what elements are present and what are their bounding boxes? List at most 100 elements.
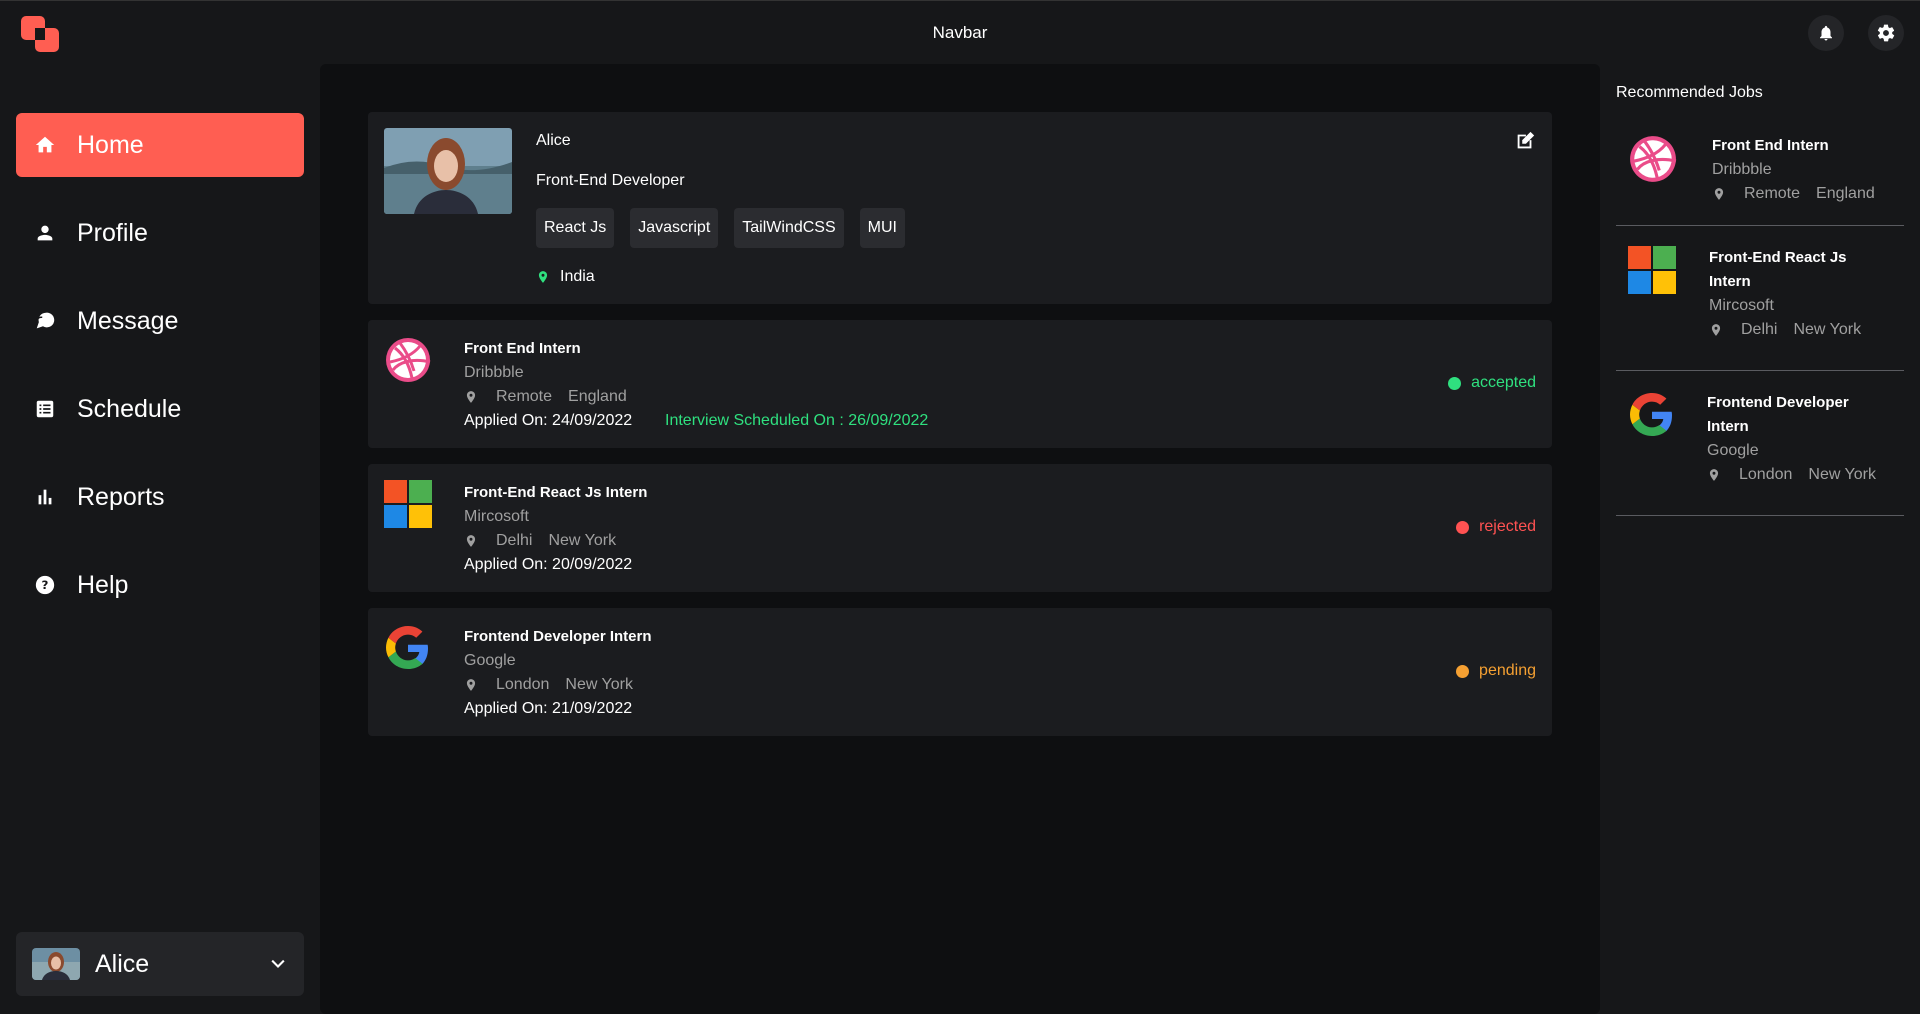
google-logo xyxy=(1630,393,1672,436)
job-location: London New York xyxy=(1707,466,1876,484)
skill-tag: TailWindCSS xyxy=(734,208,844,248)
edit-icon[interactable] xyxy=(1514,130,1536,152)
status-badge: pending xyxy=(1456,662,1536,680)
sidebar-item-reports[interactable]: Reports xyxy=(16,465,304,529)
profile-location: India xyxy=(536,268,595,286)
main-content: Alice Front-End Developer React Js Javas… xyxy=(320,64,1600,1014)
applied-date: Applied On: 20/09/2022 xyxy=(464,556,633,573)
top-navbar: Navbar xyxy=(0,0,1920,64)
microsoft-logo xyxy=(384,480,432,528)
location-city: London xyxy=(496,676,550,693)
person-icon xyxy=(33,221,57,245)
location-pin-icon xyxy=(466,679,476,691)
chevron-down-icon[interactable] xyxy=(268,954,288,974)
status-badge: rejected xyxy=(1456,518,1536,536)
location-city: London xyxy=(1739,466,1793,483)
job-location: Delhi New York xyxy=(464,532,616,550)
microsoft-logo xyxy=(1628,246,1676,294)
location-pin-icon xyxy=(1711,324,1721,336)
location-city: Delhi xyxy=(496,532,533,549)
applied-date: Applied On: 24/09/2022 xyxy=(464,412,633,429)
location-city: Remote xyxy=(496,388,553,405)
profile-name: Alice xyxy=(536,132,571,149)
sidebar-item-profile[interactable]: Profile xyxy=(16,201,304,265)
profile-role: Front-End Developer xyxy=(536,172,685,189)
sidebar-item-label: Schedule xyxy=(77,394,182,423)
application-card[interactable]: Front End Intern Dribbble Remote England… xyxy=(368,320,1552,448)
status-text: rejected xyxy=(1479,518,1536,535)
job-location: Remote England xyxy=(464,388,627,406)
skills-list: React Js Javascript TailWindCSS MUI xyxy=(536,208,905,248)
status-dot xyxy=(1448,376,1462,390)
chat-icon xyxy=(33,309,57,333)
settings-button[interactable] xyxy=(1868,15,1904,51)
status-badge: accepted xyxy=(1448,374,1536,392)
sidebar-item-help[interactable]: ? Help xyxy=(16,553,304,617)
user-menu[interactable]: Alice xyxy=(16,932,304,996)
profile-location-text: India xyxy=(560,268,595,285)
application-card[interactable]: Frontend Developer Intern Google London … xyxy=(368,608,1552,736)
applied-date: Applied On: 21/09/2022 xyxy=(464,700,633,717)
list-icon xyxy=(33,397,57,421)
company-name: Google xyxy=(1707,442,1759,459)
recommended-job-item[interactable]: Frontend Developer Intern Google London … xyxy=(1616,371,1904,516)
recommended-job-item[interactable]: Front-End React Js Intern Mircosoft Delh… xyxy=(1616,226,1904,371)
sidebar-item-label: Reports xyxy=(77,482,165,511)
notifications-button[interactable] xyxy=(1808,15,1844,51)
skill-tag: Javascript xyxy=(630,208,719,248)
interview-date: Interview Scheduled On : 26/09/2022 xyxy=(665,412,929,429)
sidebar-item-schedule[interactable]: Schedule xyxy=(16,377,304,441)
sidebar: Home Profile Message Schedule Reports ? … xyxy=(0,64,320,1014)
status-text: accepted xyxy=(1471,374,1536,391)
bar-chart-icon xyxy=(33,485,57,509)
dribbble-logo xyxy=(1630,136,1677,182)
recommended-jobs-title: Recommended Jobs xyxy=(1616,84,1763,101)
job-title: Front End Intern xyxy=(464,340,581,357)
company-name: Dribbble xyxy=(1712,161,1772,178)
job-title: Front-End React Js Intern xyxy=(464,484,648,501)
status-dot xyxy=(1456,520,1470,534)
dribbble-logo xyxy=(386,338,431,382)
company-name: Mircosoft xyxy=(464,508,529,525)
location-country: New York xyxy=(1793,321,1862,338)
status-dot xyxy=(1456,664,1470,678)
company-name: Mircosoft xyxy=(1709,297,1774,314)
location-country: New York xyxy=(1808,466,1876,483)
location-country: England xyxy=(568,388,627,405)
sidebar-item-label: Message xyxy=(77,306,179,335)
job-title: Front-End React Js Intern xyxy=(1709,249,1847,290)
help-icon: ? xyxy=(33,573,57,597)
sidebar-item-label: Home xyxy=(77,130,144,159)
sidebar-item-label: Profile xyxy=(77,218,148,247)
location-pin-icon xyxy=(466,391,476,403)
recommended-job-item[interactable]: Front End Intern Dribbble Remote England xyxy=(1616,112,1904,226)
user-name: Alice xyxy=(95,949,150,978)
job-title: Front End Intern xyxy=(1712,137,1829,154)
gear-icon xyxy=(1877,24,1895,42)
profile-card: Alice Front-End Developer React Js Javas… xyxy=(368,112,1552,304)
home-icon xyxy=(33,133,57,157)
skill-tag: MUI xyxy=(859,208,905,248)
location-pin-icon xyxy=(1709,469,1719,481)
job-location: Delhi New York xyxy=(1709,321,1861,339)
avatar xyxy=(32,948,80,980)
location-city: Delhi xyxy=(1741,321,1778,338)
job-title: Frontend Developer Intern xyxy=(1707,394,1849,435)
navbar-title: Navbar xyxy=(932,23,988,42)
company-name: Google xyxy=(464,652,516,669)
svg-text:?: ? xyxy=(42,578,49,592)
skill-tag: React Js xyxy=(536,208,615,248)
location-pin-icon xyxy=(538,271,548,283)
location-city: Remote xyxy=(1744,185,1801,202)
sidebar-item-home[interactable]: Home xyxy=(16,113,304,177)
bell-icon xyxy=(1820,25,1832,41)
status-text: pending xyxy=(1479,662,1536,679)
company-name: Dribbble xyxy=(464,364,524,381)
location-pin-icon xyxy=(1714,188,1724,200)
location-country: New York xyxy=(548,532,617,549)
application-card[interactable]: Front-End React Js Intern Mircosoft Delh… xyxy=(368,464,1552,592)
sidebar-item-message[interactable]: Message xyxy=(16,289,304,353)
job-title: Frontend Developer Intern xyxy=(464,628,652,645)
job-location: London New York xyxy=(464,676,633,694)
location-country: England xyxy=(1816,185,1875,202)
